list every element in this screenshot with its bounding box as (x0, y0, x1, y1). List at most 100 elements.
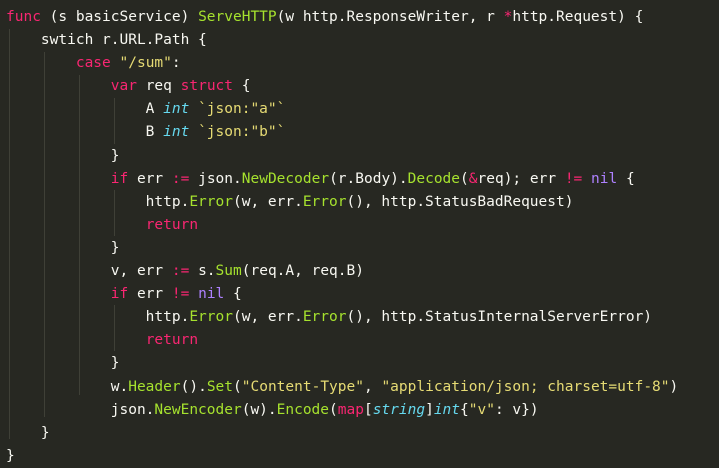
text-token: v, err (6, 263, 172, 280)
constant-token: nil (198, 286, 225, 303)
keyword-token: return (145, 216, 199, 233)
text-token: { (233, 78, 251, 95)
text-token: req (136, 78, 181, 95)
text-token: A (6, 101, 164, 118)
type-token: string (372, 401, 426, 418)
text-token: ( (233, 378, 242, 395)
text-token: (), http.StatusInternalServerError) (346, 309, 653, 326)
text-token: (w). (241, 401, 277, 418)
text-token: (), http.StatusBadRequest) (346, 193, 574, 210)
text-token: err (128, 286, 172, 303)
keyword-token: func (6, 9, 41, 25)
function-token: Header (128, 378, 181, 395)
text-token: ( (460, 170, 469, 187)
code-line[interactable]: return (6, 214, 678, 237)
text-token: s. (189, 263, 216, 280)
text-token: } (6, 239, 120, 256)
keyword-token: return (145, 332, 199, 349)
text-token: ( (329, 401, 338, 418)
function-token: NewDecoder (241, 170, 330, 187)
string-token: `json:"b"` (198, 124, 286, 141)
text-token: : (171, 55, 181, 72)
text-token: (r.Body). (329, 170, 408, 187)
text-token: } (6, 424, 50, 441)
text-token: (s basicService) (40, 9, 199, 25)
code-line[interactable]: v, err := s.Sum(req.A, req.B) (6, 260, 678, 283)
string-token: `json:"a"` (198, 101, 286, 118)
code-line[interactable]: json.NewEncoder(w).Encode(map[string]int… (6, 399, 678, 422)
keyword-token: case (75, 55, 111, 72)
text-token: } (6, 147, 120, 164)
code-line[interactable]: w.Header().Set("Content-Type", "applicat… (6, 376, 679, 399)
text-token: { (224, 286, 242, 303)
code-line[interactable]: A int `json:"a"` (6, 98, 678, 121)
function-token: ServeHTTP (198, 9, 277, 25)
text-token: json. (189, 170, 242, 187)
keyword-token: map (337, 401, 364, 418)
function-token: Encode (276, 401, 330, 418)
keyword-token: struct (180, 78, 234, 95)
text-token: : v}) (494, 401, 539, 418)
text-token: } (6, 447, 15, 464)
text-token: } (6, 355, 120, 372)
function-token: Decode (407, 170, 461, 187)
keyword-token: if (110, 170, 129, 187)
text-token: w. (6, 378, 129, 395)
text-token: json. (6, 401, 155, 418)
code-editor[interactable]: func (s basicService) ServeHTTP(w http.R… (0, 0, 719, 468)
text-token: (). (180, 378, 207, 395)
code-line[interactable]: if err := json.NewDecoder(r.Body).Decode… (6, 168, 678, 191)
code-line[interactable]: case "/sum": (6, 52, 678, 75)
text-token: [ (363, 401, 373, 418)
code-line[interactable]: } (6, 352, 678, 375)
string-token: "v" (468, 401, 495, 418)
keyword-token: var (110, 78, 137, 95)
code-line[interactable]: swtich r.URL.Path { (6, 29, 678, 52)
code-line[interactable]: } (6, 237, 678, 260)
code-line[interactable]: B int `json:"b"` (6, 121, 678, 144)
text-token: , (363, 378, 382, 395)
code-line[interactable]: if err != nil { (6, 283, 678, 306)
text-token: ] (425, 401, 434, 418)
text-token: ) (669, 378, 679, 395)
text-token: http.Request) { (512, 9, 644, 25)
code-line[interactable]: func (s basicService) ServeHTTP(w http.R… (6, 6, 678, 29)
text-token: { (460, 401, 469, 418)
text-token: (w, err. (232, 309, 303, 326)
code-listing[interactable]: func (s basicService) ServeHTTP(w http.R… (6, 6, 678, 468)
code-line[interactable]: http.Error(w, err.Error(), http.StatusIn… (6, 306, 678, 329)
function-token: Error (302, 193, 347, 210)
string-token: "application/json; charset=utf-8" (381, 378, 670, 395)
keyword-token: != (564, 170, 583, 187)
text-token: (w, err. (232, 193, 303, 210)
keyword-token: if (110, 286, 129, 303)
text-token: (req.A, req.B) (241, 263, 364, 280)
function-token: Set (206, 378, 234, 395)
code-line[interactable]: } (6, 422, 678, 445)
text-token: { (617, 170, 635, 187)
function-token: Error (189, 193, 233, 210)
code-line[interactable]: var req struct { (6, 75, 678, 98)
code-line[interactable]: } (6, 145, 678, 168)
code-line[interactable]: } (6, 445, 678, 468)
type-token: int (433, 401, 461, 418)
text-token: swtich r.URL.Path { (6, 32, 207, 49)
type-token: int (163, 101, 190, 118)
code-line[interactable]: return (6, 329, 678, 352)
text-token: (w http.ResponseWriter, r (276, 9, 504, 25)
text-token: req); err (477, 170, 565, 187)
keyword-token: := (171, 170, 190, 187)
type-token: int (163, 124, 190, 141)
text-token: http. (6, 193, 190, 210)
text-token: err (128, 170, 172, 187)
code-line[interactable]: http.Error(w, err.Error(), http.StatusBa… (6, 191, 678, 214)
function-token: NewEncoder (154, 401, 242, 418)
text-token: B (6, 124, 164, 141)
